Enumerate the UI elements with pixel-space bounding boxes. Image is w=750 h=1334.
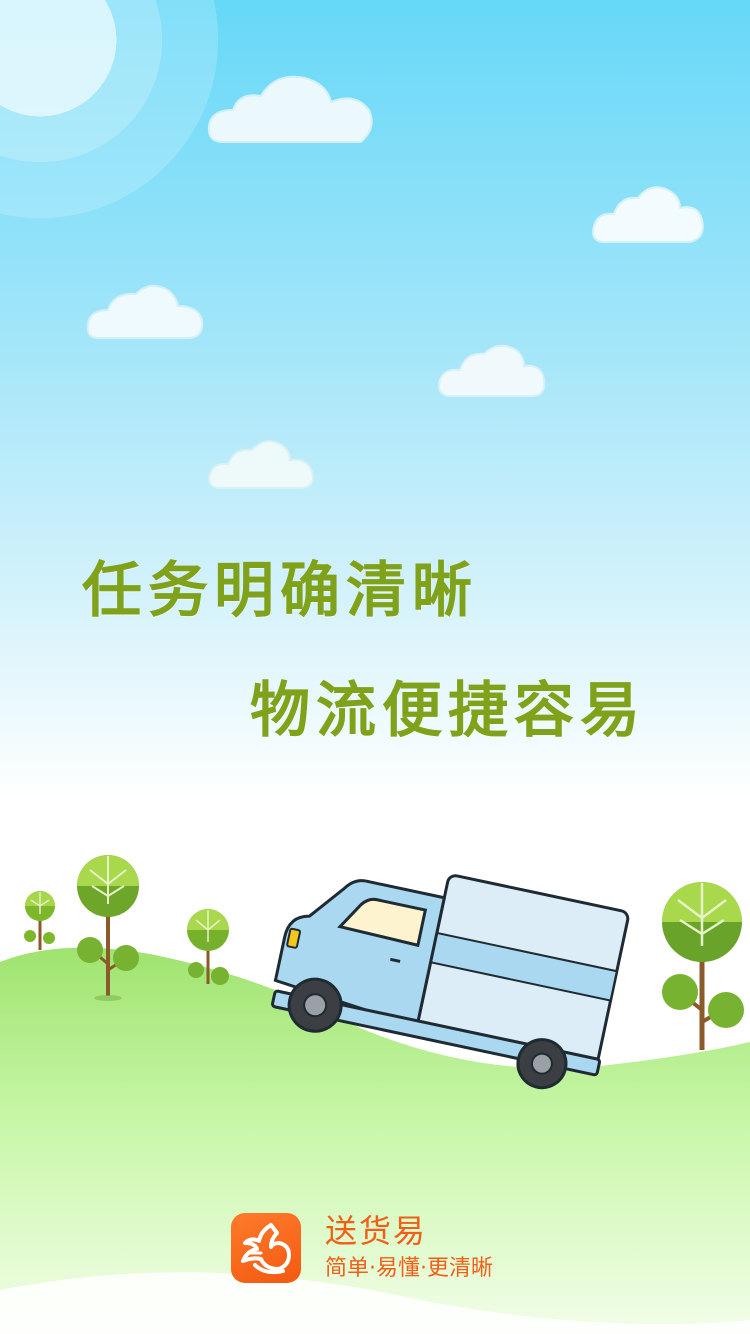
- tree-icon: [24, 891, 55, 950]
- brand-text: 送货易 简单·易懂·更清晰: [325, 1212, 493, 1284]
- app-logo: [231, 1213, 301, 1283]
- running-rabbit-icon: [241, 1223, 291, 1275]
- cloud-icon: [86, 284, 204, 339]
- app-name: 送货易: [325, 1212, 428, 1250]
- brand-block: 送货易 简单·易懂·更清晰: [231, 1212, 493, 1284]
- cloud-icon: [208, 440, 314, 489]
- slogan-line-2: 物流便捷容易: [250, 676, 646, 746]
- app-tagline: 简单·易懂·更清晰: [325, 1256, 493, 1281]
- cloud-icon: [592, 186, 704, 243]
- slogan-line-1: 任务明确清晰: [82, 556, 478, 626]
- sun-icon: [0, 0, 220, 220]
- cloud-icon: [438, 344, 546, 397]
- cloud-icon: [207, 75, 373, 143]
- tree-icon: [187, 909, 229, 985]
- splash-screen: 任务明确清晰 物流便捷容易 送货易 简单·易懂·更清晰: [0, 0, 750, 1334]
- tree-icon: [662, 882, 744, 1050]
